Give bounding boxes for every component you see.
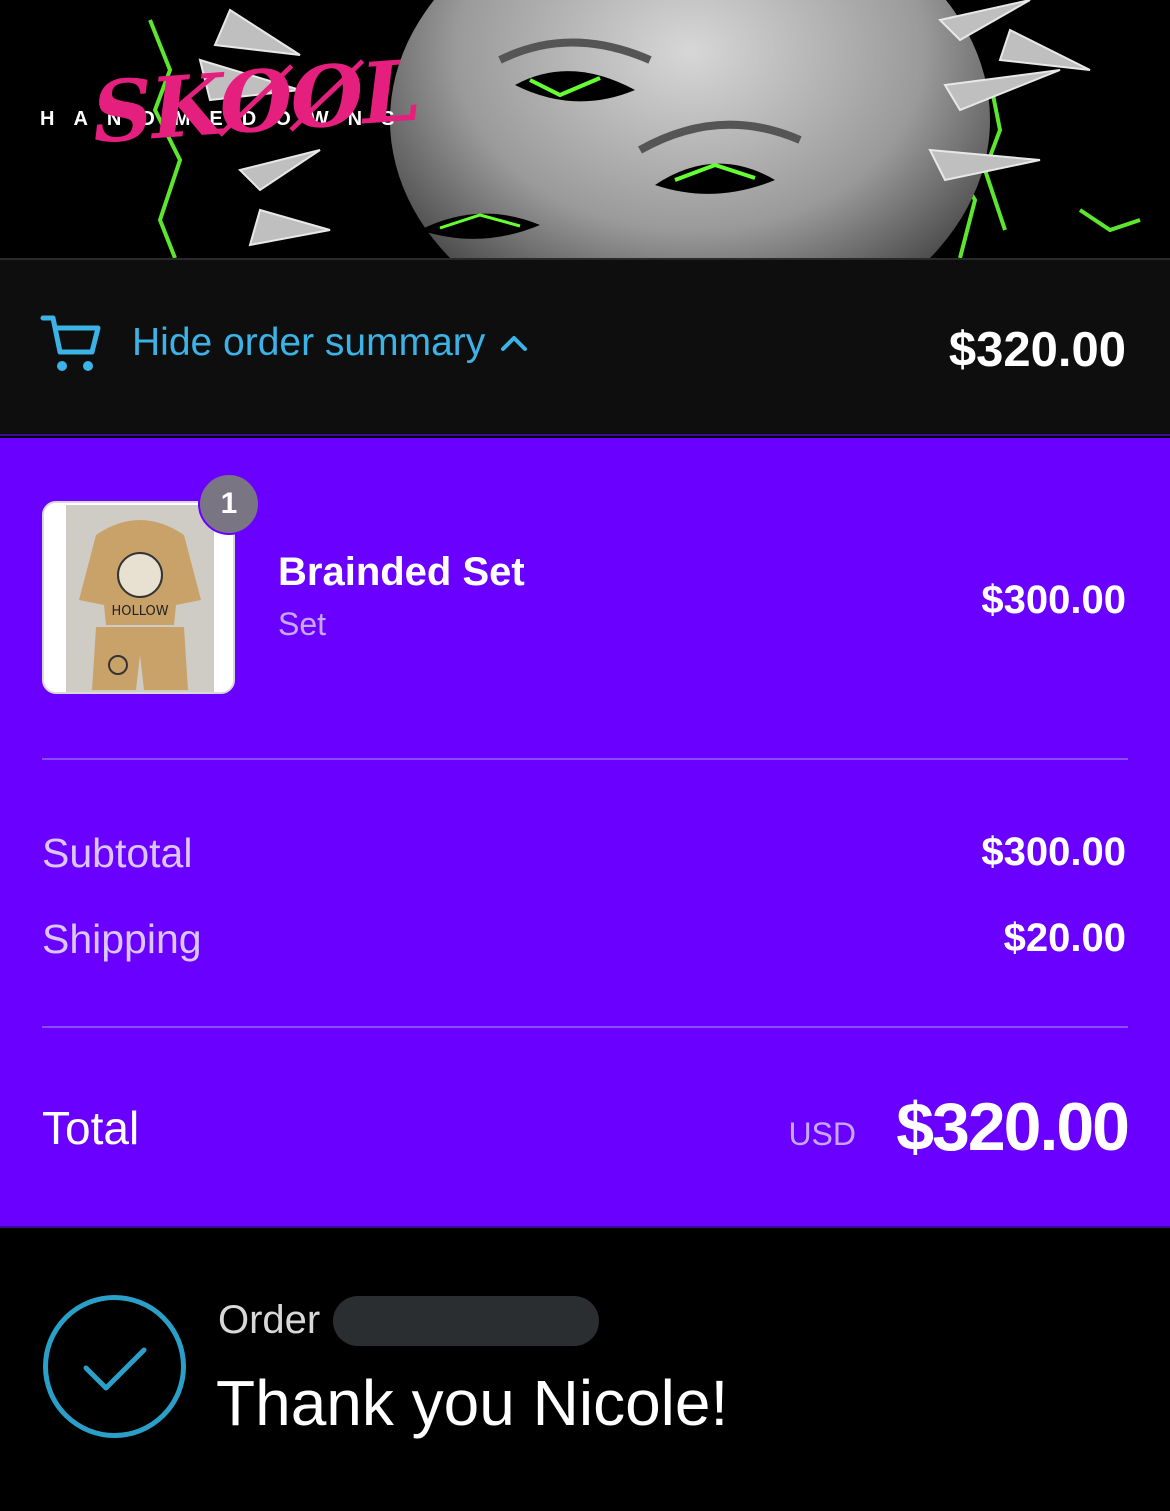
svg-text:HOLLOW: HOLLOW <box>111 604 168 619</box>
order-summary-bar: Hide order summary $320.00 <box>0 258 1170 436</box>
divider <box>42 758 1128 760</box>
toggle-order-summary-label: Hide order summary <box>132 321 486 364</box>
toggle-order-summary-button[interactable]: Hide order summary <box>40 312 529 374</box>
total-value: $320.00 <box>896 1089 1130 1165</box>
product-name: Brainded Set <box>278 550 525 594</box>
product-price: $300.00 <box>981 578 1126 622</box>
total-label: Total <box>42 1102 140 1154</box>
product-image: HOLLOW <box>66 505 214 692</box>
brand-logo-script: SKØØL <box>88 40 422 163</box>
header-banner: HANDMEDOWNS SKØØL <box>0 0 1170 258</box>
summary-bar-total: $320.00 <box>948 323 1126 377</box>
divider <box>42 1026 1128 1028</box>
thank-you-heading: Thank you Nicole! <box>216 1367 729 1439</box>
subtotal-value: $300.00 <box>981 830 1126 874</box>
currency-code: USD <box>788 1116 856 1152</box>
product-variant: Set <box>278 606 327 642</box>
order-summary-panel: HOLLOW 1 Brainded Set Set $300.00 Subtot… <box>0 438 1170 1226</box>
shipping-value: $20.00 <box>1003 916 1126 960</box>
product-thumbnail: HOLLOW <box>42 501 235 694</box>
order-number-label: Order <box>218 1298 321 1342</box>
product-thumbnail-wrapper: HOLLOW 1 <box>42 473 260 694</box>
checkmark-circle-icon <box>43 1295 186 1438</box>
order-number-redacted <box>333 1296 599 1346</box>
chevron-up-icon <box>501 336 528 351</box>
order-confirmation: Order Thank you Nicole! <box>0 1226 1170 1511</box>
subtotal-label: Subtotal <box>42 830 193 876</box>
quantity-badge: 1 <box>198 473 260 535</box>
shipping-label: Shipping <box>42 916 202 962</box>
cart-icon <box>40 315 101 371</box>
